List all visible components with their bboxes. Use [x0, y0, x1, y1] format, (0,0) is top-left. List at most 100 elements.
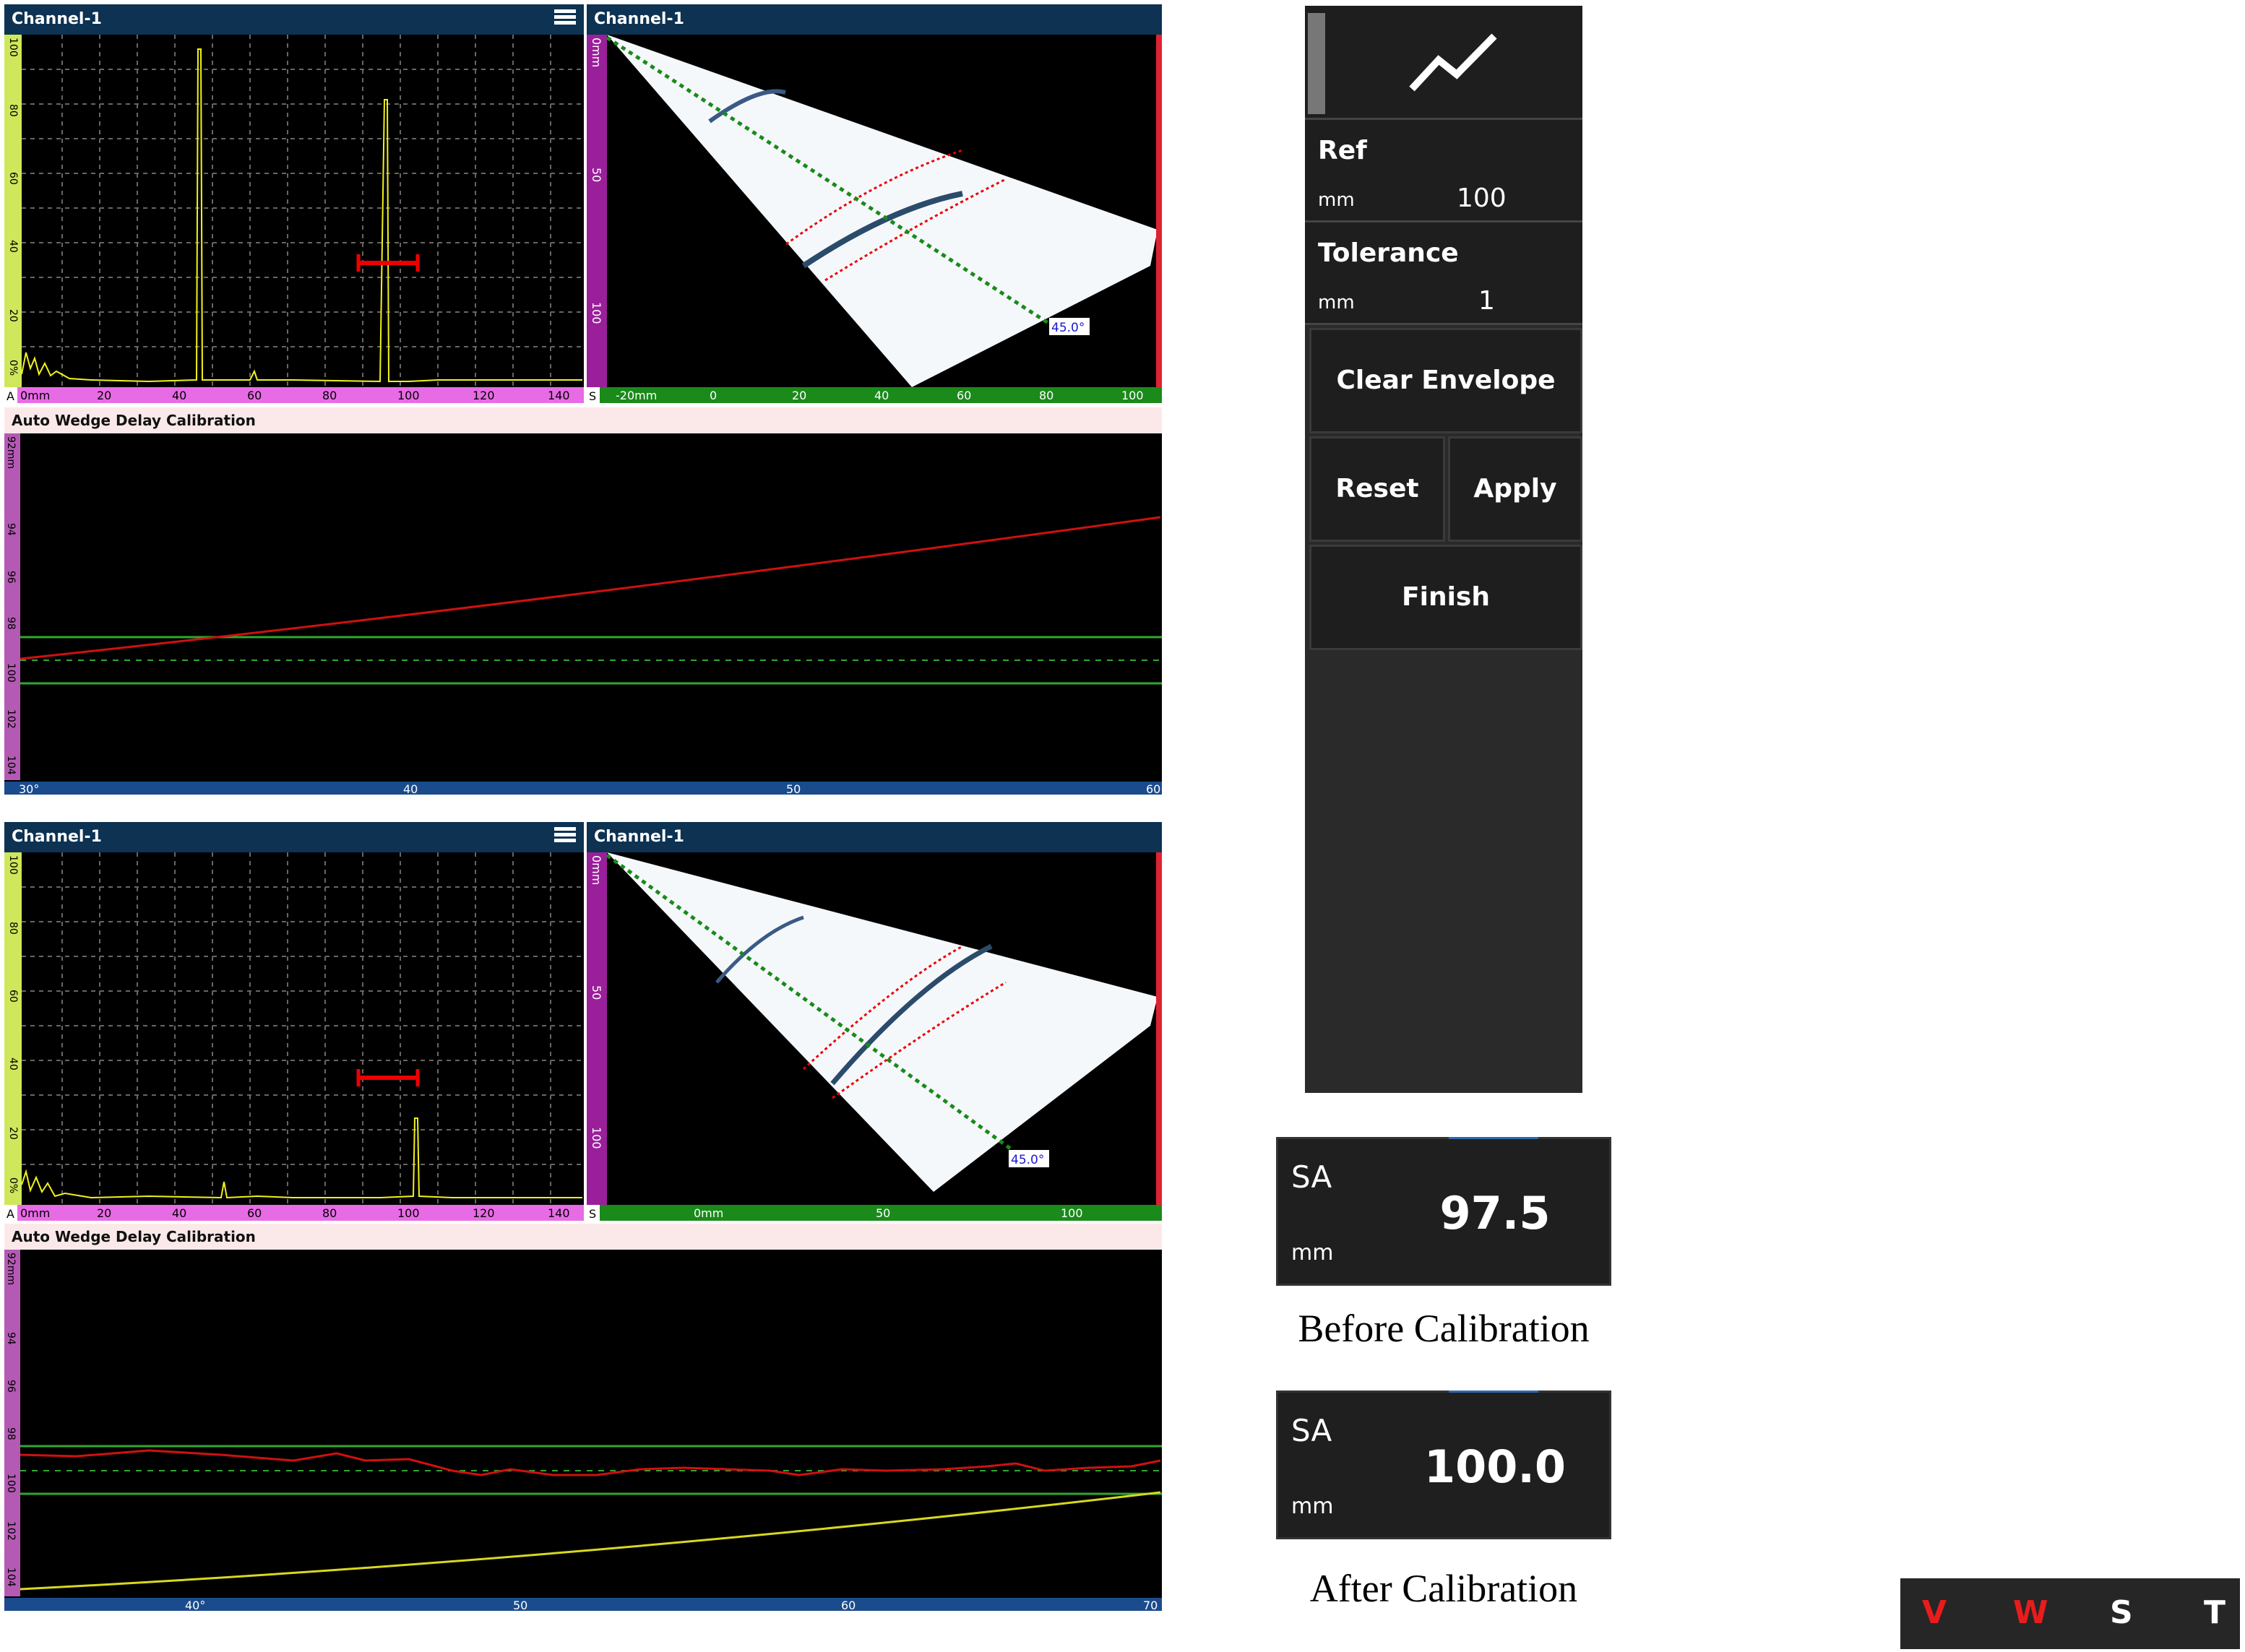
sscan-view-bottom: 45.0° S 0mm 50 100 0mm 50 100: [587, 852, 1162, 1221]
svg-text:60: 60: [247, 1206, 262, 1220]
svg-text:40: 40: [403, 782, 418, 795]
tolerance-field[interactable]: Tolerance mm 1: [1305, 222, 1582, 325]
svg-text:100: 100: [590, 1127, 603, 1149]
svg-text:60: 60: [841, 1599, 856, 1611]
tolerance-value[interactable]: 1: [1478, 286, 1495, 316]
svg-text:0%: 0%: [7, 360, 19, 376]
sa-label: SA: [1291, 1159, 1332, 1195]
svg-text:80: 80: [322, 389, 337, 402]
view-button-v[interactable]: V: [1922, 1594, 1947, 1631]
tolerance-label: Tolerance: [1318, 238, 1459, 268]
svg-text:100: 100: [1121, 389, 1144, 402]
cal-view-bottom: 40° 50 60 70 92mm 94 96 98 100 102 104: [4, 1250, 1162, 1611]
ref-value[interactable]: 100: [1457, 183, 1507, 213]
svg-text:100: 100: [397, 389, 420, 402]
svg-text:98: 98: [5, 617, 17, 630]
cal-view-top: 30° 40 50 60 92mm 94 96 98 100 102 104: [4, 433, 1162, 795]
svg-text:120: 120: [473, 1206, 495, 1220]
svg-text:104: 104: [5, 756, 17, 775]
menu-icon[interactable]: [554, 7, 576, 29]
sscan-title-bar-top: Channel-1: [587, 4, 1162, 35]
cal-title: Auto Wedge Delay Calibration: [12, 412, 256, 429]
ascan-svg-bottom: A 0mm 20 40 60 80 100 120 140 100 80 60 …: [4, 852, 584, 1221]
svg-text:104: 104: [5, 1567, 17, 1587]
view-button-w[interactable]: W: [2013, 1594, 2048, 1631]
apply-button[interactable]: Apply: [1448, 436, 1582, 542]
sscan-svg-top: 45.0° S -20mm 0 20 40 60 80 100 0mm 50 1…: [587, 35, 1162, 403]
svg-text:80: 80: [322, 1206, 337, 1220]
svg-text:60: 60: [7, 990, 19, 1003]
svg-text:92mm: 92mm: [5, 436, 17, 469]
cal-svg-bottom: 40° 50 60 70 92mm 94 96 98 100 102 104: [4, 1250, 1162, 1611]
svg-text:20: 20: [792, 389, 806, 402]
view-letter-a: A: [7, 1207, 14, 1221]
finish-button[interactable]: Finish: [1309, 545, 1582, 650]
svg-text:50: 50: [590, 168, 603, 182]
svg-text:94: 94: [5, 1332, 17, 1345]
sa-value: 100.0: [1423, 1440, 1567, 1493]
svg-text:80: 80: [7, 922, 19, 935]
svg-text:0: 0: [710, 389, 717, 402]
svg-text:40: 40: [7, 1058, 19, 1071]
view-button-s[interactable]: S: [2110, 1594, 2133, 1631]
view-button-t[interactable]: T: [2204, 1594, 2225, 1631]
caption-after: After Calibration: [1309, 1567, 1578, 1610]
svg-text:80: 80: [7, 104, 19, 117]
sscan-view-top: 45.0° S -20mm 0 20 40 60 80 100 0mm 50 1…: [587, 35, 1162, 403]
ascan-title-bar-bottom: Channel-1: [4, 822, 584, 852]
sa-label: SA: [1291, 1413, 1332, 1448]
svg-text:40: 40: [172, 389, 186, 402]
svg-text:100: 100: [5, 663, 17, 683]
readout-accent: [1449, 1137, 1538, 1139]
sa-unit: mm: [1291, 1240, 1334, 1266]
svg-text:100: 100: [7, 855, 19, 875]
svg-text:0mm: 0mm: [694, 1206, 723, 1220]
sa-readout-after: SA mm 100.0: [1276, 1391, 1611, 1539]
trend-icon-box[interactable]: [1305, 6, 1582, 120]
sscan-title-bar-bottom: Channel-1: [587, 822, 1162, 852]
svg-text:102: 102: [5, 1521, 17, 1541]
ref-field[interactable]: Ref mm 100: [1305, 120, 1582, 222]
svg-text:0mm: 0mm: [590, 855, 603, 885]
ascan-title: Channel-1: [12, 10, 102, 28]
svg-text:60: 60: [247, 389, 262, 402]
reset-button[interactable]: Reset: [1309, 436, 1445, 542]
svg-text:20: 20: [7, 309, 19, 322]
sscan-angle-label: 45.0°: [1011, 1153, 1044, 1167]
svg-text:94: 94: [5, 523, 17, 536]
svg-text:60: 60: [1146, 782, 1160, 795]
svg-text:0mm: 0mm: [20, 1206, 50, 1220]
cal-svg-top: 30° 40 50 60 92mm 94 96 98 100 102 104: [4, 433, 1162, 795]
svg-text:0%: 0%: [7, 1177, 19, 1193]
ascan-title: Channel-1: [12, 828, 102, 846]
clear-envelope-button[interactable]: Clear Envelope: [1309, 328, 1582, 433]
svg-text:60: 60: [7, 172, 19, 185]
svg-text:40: 40: [874, 389, 889, 402]
svg-text:98: 98: [5, 1427, 17, 1440]
svg-text:40: 40: [172, 1206, 186, 1220]
sa-readout-before: SA mm 97.5: [1276, 1137, 1611, 1286]
readout-accent: [1449, 1391, 1538, 1393]
tolerance-unit: mm: [1318, 292, 1355, 313]
svg-text:100: 100: [397, 1206, 420, 1220]
svg-text:0mm: 0mm: [20, 389, 50, 402]
svg-text:40°: 40°: [185, 1599, 205, 1611]
svg-text:96: 96: [5, 1380, 17, 1393]
calibration-control-panel: Ref mm 100 Tolerance mm 1 Clear Envelope…: [1305, 6, 1582, 1093]
svg-text:120: 120: [473, 389, 495, 402]
svg-text:100: 100: [590, 302, 603, 324]
view-letter-s: S: [589, 389, 596, 403]
svg-text:-20mm: -20mm: [616, 389, 657, 402]
ascan-svg-top: A 0mm 20 40 60 80 100 120 140 100 80 60 …: [4, 35, 584, 403]
scroll-indicator: [1308, 13, 1325, 114]
menu-icon[interactable]: [554, 825, 576, 847]
svg-text:92mm: 92mm: [5, 1253, 17, 1285]
view-letter-s: S: [589, 1207, 596, 1221]
sscan-angle-label: 45.0°: [1051, 321, 1085, 335]
svg-text:60: 60: [957, 389, 971, 402]
svg-text:20: 20: [97, 389, 111, 402]
svg-text:80: 80: [1039, 389, 1053, 402]
sa-value: 97.5: [1439, 1187, 1551, 1240]
view-letter-a: A: [7, 389, 14, 403]
svg-text:100: 100: [5, 1474, 17, 1493]
